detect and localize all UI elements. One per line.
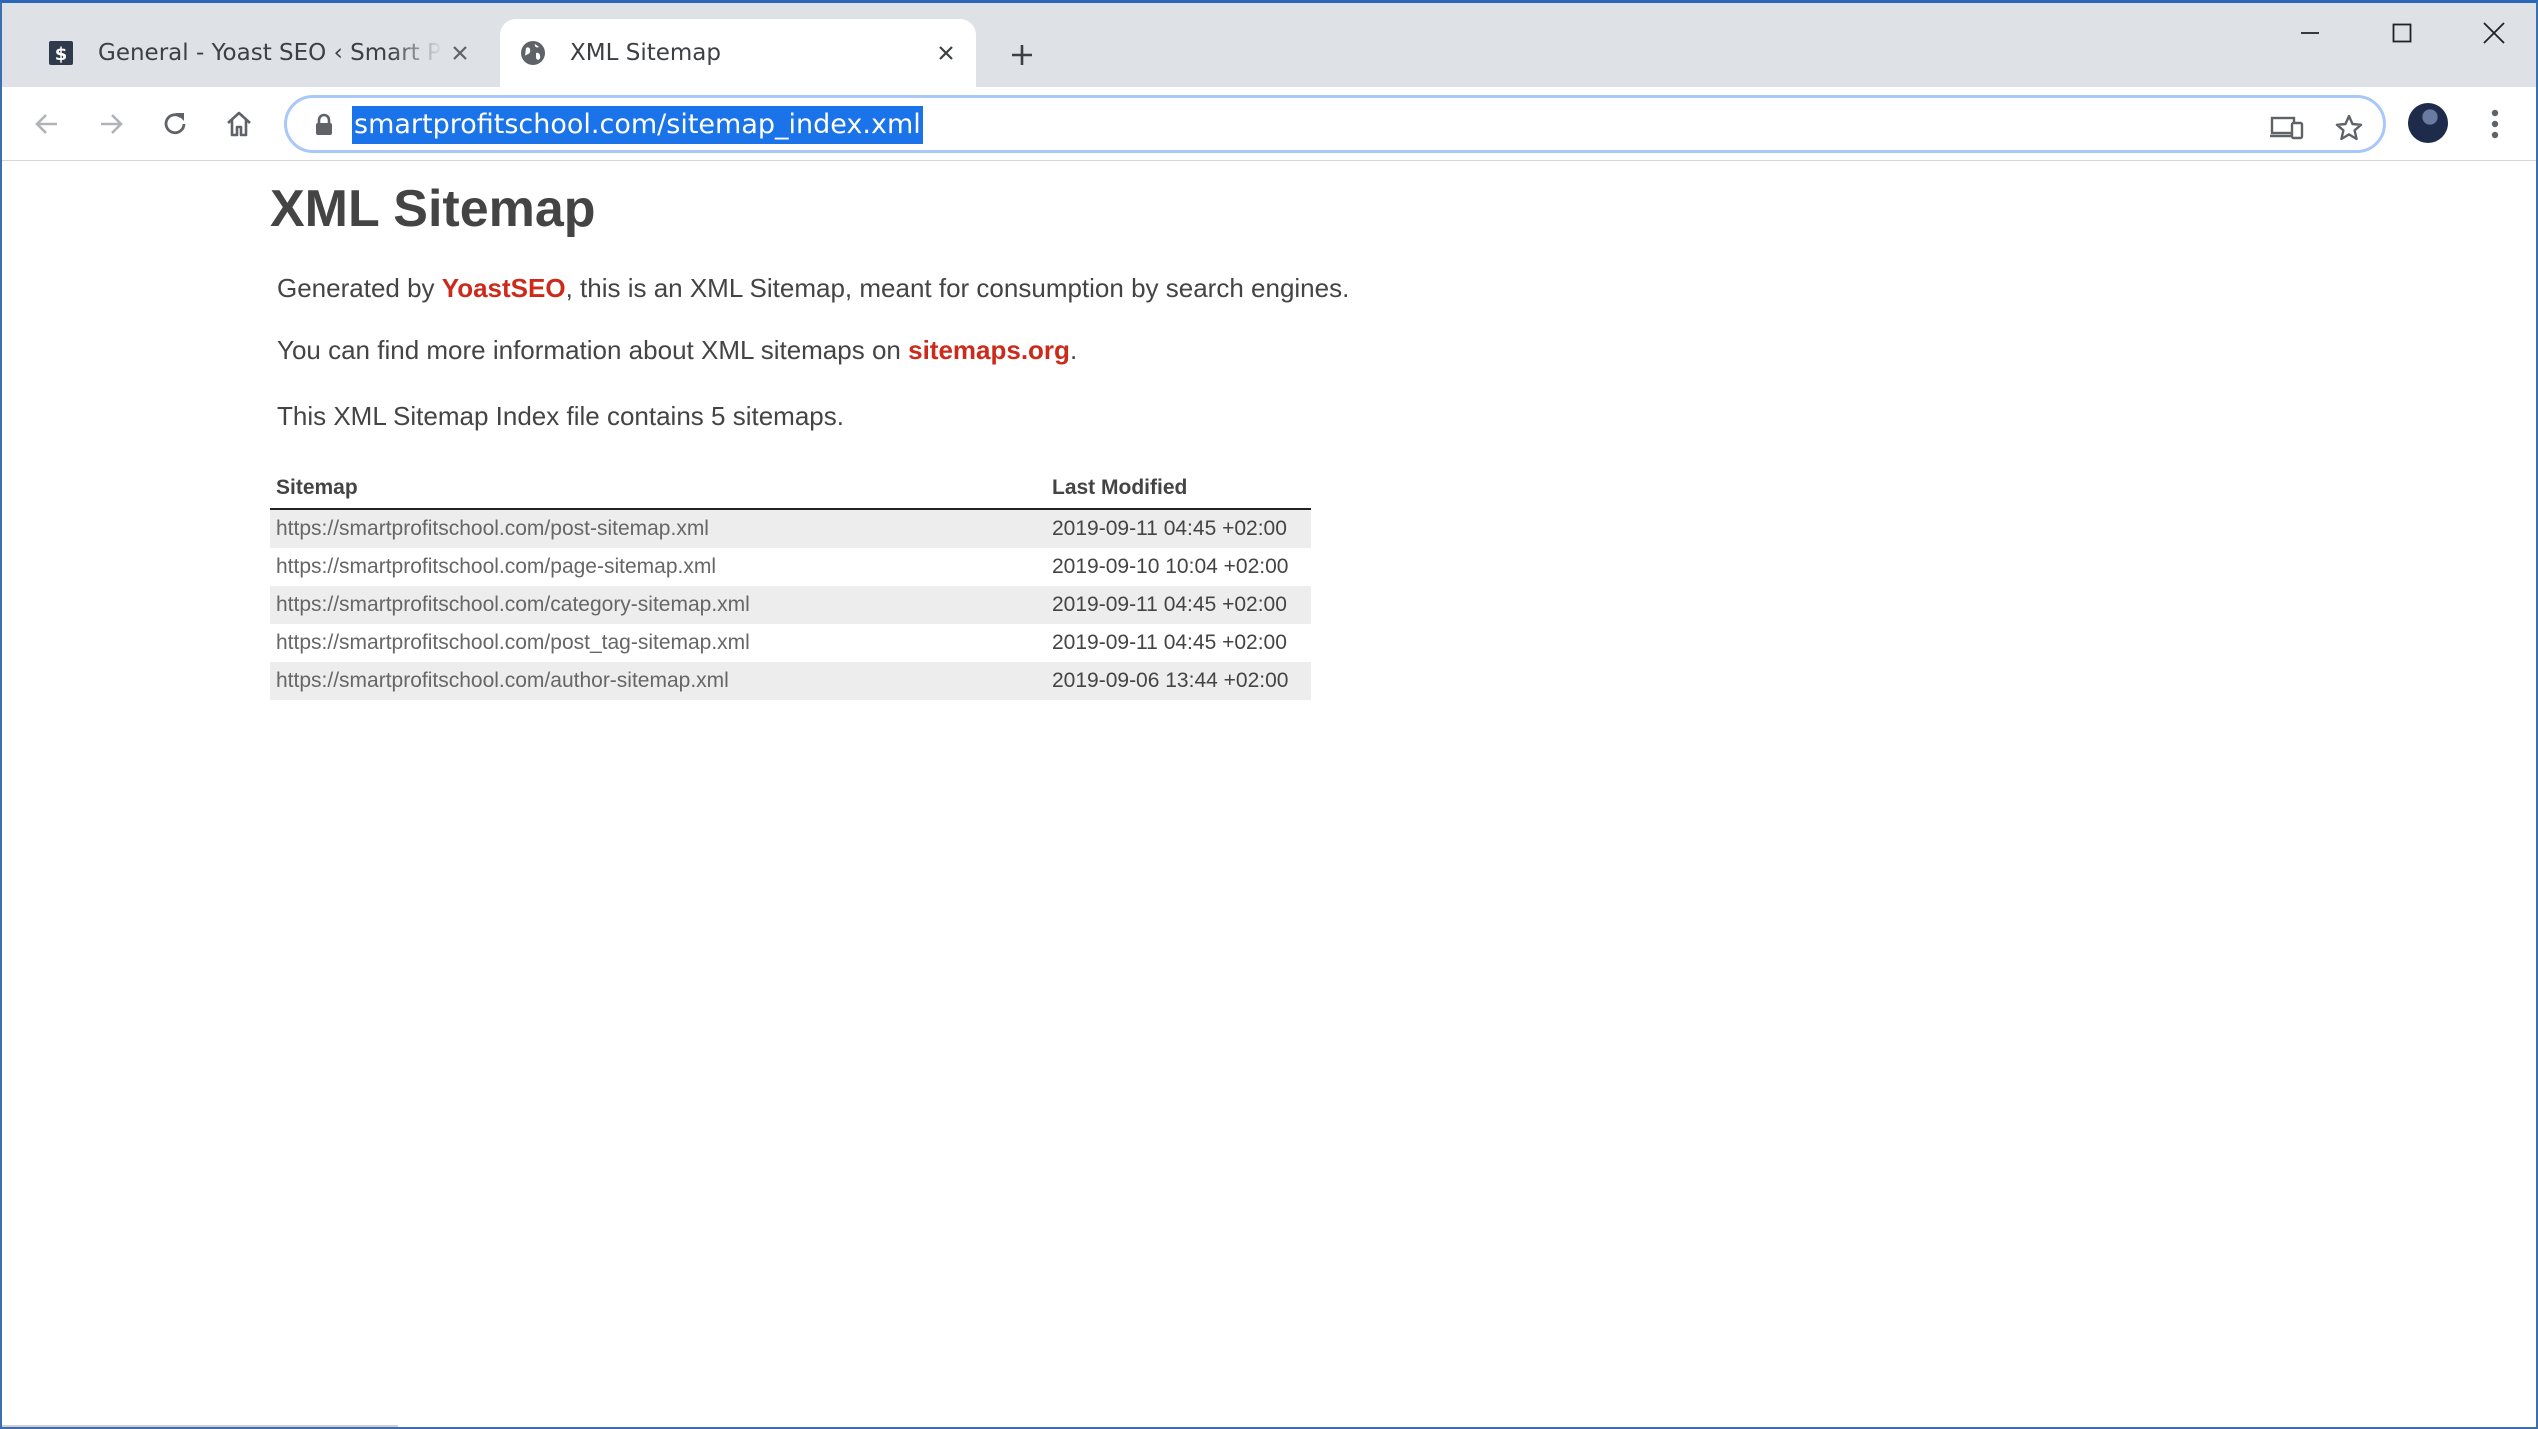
maximize-icon xyxy=(2392,23,2412,43)
home-icon xyxy=(227,111,251,137)
table-row: https://smartprofitschool.com/page-sitem… xyxy=(270,548,1311,586)
close-tab-icon[interactable] xyxy=(928,35,964,71)
forward-button[interactable] xyxy=(88,101,134,147)
intro-paragraph: Generated by YoastSEO, this is an XML Si… xyxy=(277,273,1350,303)
info-paragraph: You can find more information about XML … xyxy=(277,335,1078,365)
last-modified-cell: 2019-09-06 13:44 +02:00 xyxy=(1046,662,1311,700)
status-divider xyxy=(2,1425,398,1427)
svg-text:$: $ xyxy=(55,44,68,65)
table-header-row: Sitemap Last Modified xyxy=(270,469,1311,510)
table-row: https://smartprofitschool.com/post_tag-s… xyxy=(270,624,1311,662)
bookmark-star-icon[interactable] xyxy=(2329,108,2369,148)
sitemaps-org-link[interactable]: sitemaps.org xyxy=(908,335,1070,365)
page-content: XML Sitemap Generated by YoastSEO, this … xyxy=(2,161,2536,1427)
close-tab-icon[interactable] xyxy=(442,35,478,71)
table-row: https://smartprofitschool.com/post-sitem… xyxy=(270,509,1311,548)
tab-title: XML Sitemap xyxy=(570,40,721,66)
profile-avatar[interactable] xyxy=(2408,103,2448,143)
dollar-favicon-icon: $ xyxy=(46,38,76,68)
minimize-icon xyxy=(2301,32,2319,34)
back-button[interactable] xyxy=(24,101,70,147)
tab-xml-sitemap[interactable]: XML Sitemap xyxy=(500,19,976,87)
arrow-right-icon xyxy=(101,114,123,134)
tab-strip: $ General - Yoast SEO ‹ Smart Profit Sch… xyxy=(2,3,2536,87)
browser-menu-button[interactable] xyxy=(2472,101,2518,147)
maximize-button[interactable] xyxy=(2356,3,2448,63)
url-text[interactable]: smartprofitschool.com/sitemap_index.xml xyxy=(352,106,923,144)
sitemap-link[interactable]: https://smartprofitschool.com/post-sitem… xyxy=(270,509,1046,548)
browser-toolbar: smartprofitschool.com/sitemap_index.xml xyxy=(2,87,2536,161)
more-vertical-icon xyxy=(2491,109,2499,139)
reload-button[interactable] xyxy=(152,101,198,147)
arrow-left-icon xyxy=(35,114,57,134)
last-modified-cell: 2019-09-11 04:45 +02:00 xyxy=(1046,586,1311,624)
column-header-sitemap: Sitemap xyxy=(270,469,1046,510)
plus-icon xyxy=(1012,45,1032,65)
address-bar[interactable]: smartprofitschool.com/sitemap_index.xml xyxy=(284,95,2386,153)
table-row: https://smartprofitschool.com/category-s… xyxy=(270,586,1311,624)
sitemap-link[interactable]: https://smartprofitschool.com/category-s… xyxy=(270,586,1046,624)
sitemap-link[interactable]: https://smartprofitschool.com/post_tag-s… xyxy=(270,624,1046,662)
last-modified-cell: 2019-09-11 04:45 +02:00 xyxy=(1052,631,1287,654)
yoastseo-link[interactable]: YoastSEO xyxy=(442,273,566,303)
page-title: XML Sitemap xyxy=(270,180,596,238)
sitemap-count-text: This XML Sitemap Index file contains 5 s… xyxy=(277,401,844,431)
globe-icon xyxy=(518,38,548,68)
last-modified-cell: 2019-09-11 04:45 +02:00 xyxy=(1046,509,1311,548)
close-window-button[interactable] xyxy=(2448,3,2536,63)
install-app-icon[interactable] xyxy=(2267,108,2307,148)
last-modified-cell: 2019-09-10 10:04 +02:00 xyxy=(1052,555,1289,578)
tab-title: General - Yoast SEO ‹ Smart Profit Schoo… xyxy=(98,40,442,66)
browser-window: $ General - Yoast SEO ‹ Smart Profit Sch… xyxy=(0,0,2538,1429)
new-tab-button[interactable] xyxy=(1000,33,1044,77)
minimize-button[interactable] xyxy=(2264,3,2356,63)
reload-icon xyxy=(164,113,186,135)
sitemap-link[interactable]: https://smartprofitschool.com/author-sit… xyxy=(270,662,1046,700)
sitemap-link[interactable]: https://smartprofitschool.com/page-sitem… xyxy=(270,548,1046,586)
table-row: https://smartprofitschool.com/author-sit… xyxy=(270,662,1311,700)
close-icon xyxy=(2483,22,2505,44)
lock-icon[interactable] xyxy=(313,113,335,137)
column-header-last-modified: Last Modified xyxy=(1046,469,1311,510)
tab-yoast-general[interactable]: $ General - Yoast SEO ‹ Smart Profit Sch… xyxy=(28,19,490,87)
sitemap-table: Sitemap Last Modified https://smartprofi… xyxy=(270,469,1311,700)
home-button[interactable] xyxy=(216,101,262,147)
